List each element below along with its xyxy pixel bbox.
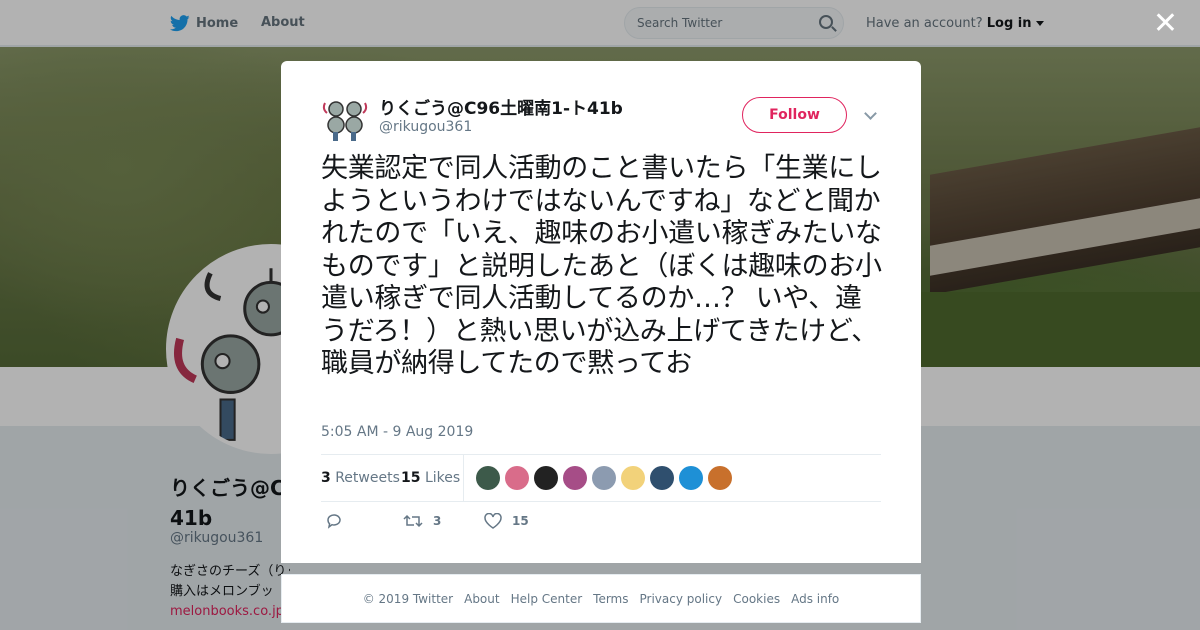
liker-avatar[interactable] xyxy=(563,466,587,490)
heart-icon xyxy=(484,513,502,529)
retweets-count: 3 xyxy=(321,470,331,486)
liker-avatar[interactable] xyxy=(650,466,674,490)
footer-link[interactable]: Terms xyxy=(593,592,628,606)
liker-avatar[interactable] xyxy=(505,466,529,490)
liker-avatars xyxy=(476,466,732,490)
footer-link: © 2019 Twitter xyxy=(362,591,454,606)
footer-link[interactable]: Help Center xyxy=(511,592,583,606)
footer-link[interactable]: Ads info xyxy=(791,592,839,606)
like-count: 15 xyxy=(512,514,529,528)
tweet-stats: 3 Retweets 15 Likes xyxy=(321,454,881,502)
tweet-author-avatar[interactable] xyxy=(321,95,369,143)
liker-avatar[interactable] xyxy=(621,466,645,490)
chevron-down-icon[interactable] xyxy=(864,107,877,120)
footer-links: © 2019 Twitter About Help Center Terms Priva… xyxy=(281,574,921,623)
liker-avatar[interactable] xyxy=(476,466,500,490)
likes-count: 15 xyxy=(401,470,421,486)
liker-avatar[interactable] xyxy=(534,466,558,490)
liker-avatar[interactable] xyxy=(708,466,732,490)
tweet-modal: りくごう@C96土曜南1-ト41b @rikugou361 Follow 失業認… xyxy=(281,61,921,563)
tweet-actions: 3 15 xyxy=(321,513,881,533)
tweet-author-name[interactable]: りくごう@C96土曜南1-ト41b xyxy=(379,94,623,119)
likes-stat[interactable]: 15 Likes xyxy=(401,470,460,486)
retweet-button[interactable]: 3 xyxy=(403,513,441,529)
tweet-text: 失業認定で同人活動のこと書いたら「生業にしようというわけではないんですね」などと… xyxy=(321,153,882,379)
tweet-timestamp[interactable]: 5:05 AM - 9 Aug 2019 xyxy=(321,424,473,440)
retweets-stat[interactable]: 3 Retweets xyxy=(321,470,400,486)
liker-avatar[interactable] xyxy=(592,466,616,490)
likes-label: Likes xyxy=(424,470,461,486)
reply-icon xyxy=(327,514,341,529)
retweets-label: Retweets xyxy=(335,470,400,486)
footer-link[interactable]: Cookies xyxy=(733,592,780,606)
footer-link[interactable]: Privacy policy xyxy=(640,592,723,606)
stats-divider xyxy=(463,455,464,501)
reply-button[interactable] xyxy=(326,513,342,529)
footer-link[interactable]: About xyxy=(464,592,499,606)
close-icon[interactable]: ✕ xyxy=(1153,9,1178,39)
liker-avatar[interactable] xyxy=(679,466,703,490)
tweet-author-handle[interactable]: @rikugou361 xyxy=(379,119,472,135)
follow-button[interactable]: Follow xyxy=(742,97,847,133)
retweet-icon xyxy=(403,514,423,528)
retweet-count: 3 xyxy=(433,514,442,528)
like-button[interactable]: 15 xyxy=(484,513,529,529)
